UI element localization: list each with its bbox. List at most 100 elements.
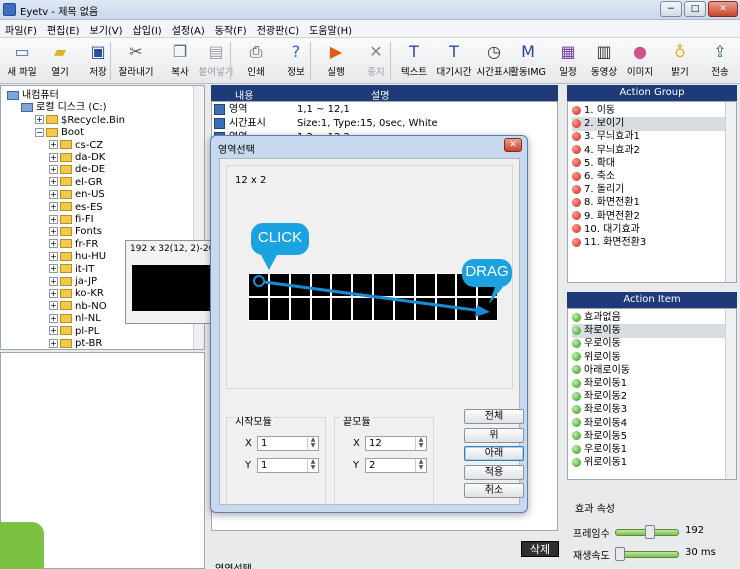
end-x-input[interactable]: 12 ▲ ▼ xyxy=(365,436,427,451)
column-description[interactable]: 설명 xyxy=(371,87,389,102)
expand-icon[interactable]: + xyxy=(49,239,58,249)
tree-item[interactable]: + pl-PL xyxy=(49,325,99,338)
action-item-entry[interactable]: 좌로이동5 xyxy=(572,430,627,444)
toolbar-button-11[interactable]: T 대기시간 xyxy=(434,40,474,82)
tree-item[interactable]: + hu-HU xyxy=(49,250,106,263)
frame-count-thumb[interactable] xyxy=(645,525,656,539)
dialog-button-3[interactable]: 적용 xyxy=(464,464,524,480)
action-item-entry[interactable]: 좌로이동3 xyxy=(572,403,627,417)
action-item-list[interactable]: 효과없음 좌로이동 우로이동 위로이동 아래로이동 좌로이동1 좌로이동2 좌로이동3 좌로이동… xyxy=(567,308,737,480)
tree-item[interactable]: + $Recycle.Bin xyxy=(35,114,125,127)
tree-item[interactable]: + fi-FI xyxy=(49,213,94,226)
list-scrollbar[interactable] xyxy=(725,102,736,282)
tree-item[interactable]: + el-GR xyxy=(49,176,103,189)
action-item-entry[interactable]: 좌로이동 xyxy=(572,324,732,339)
tree-item[interactable]: + it-IT xyxy=(49,263,94,276)
tree-item[interactable]: + cs-CZ xyxy=(49,139,103,152)
tree-item[interactable]: + nb-NO xyxy=(49,300,107,313)
toolbar-button-13[interactable]: M 활동IMG xyxy=(508,40,548,82)
expand-icon[interactable]: + xyxy=(49,164,58,174)
start-y-input[interactable]: 1 ▲ ▼ xyxy=(257,458,319,473)
tree-item[interactable]: + ko-KR xyxy=(49,287,104,300)
delete-button[interactable]: 삭제 xyxy=(521,541,559,557)
expand-icon[interactable]: + xyxy=(49,338,58,348)
list-row[interactable]: 영역 1,1 ~ 12,1 xyxy=(214,103,554,117)
menu-item[interactable]: 동작(F) xyxy=(210,20,252,39)
action-group-entry[interactable]: 11. 화면전환3 xyxy=(572,236,646,250)
toolbar-button-1[interactable]: ▰ 열기 xyxy=(40,40,80,82)
tree-item[interactable]: + Fonts xyxy=(49,225,102,238)
minimize-button[interactable]: − xyxy=(660,1,682,17)
toolbar-button-4[interactable]: ❐ 복사 xyxy=(160,40,200,82)
tree-item[interactable]: + de-DE xyxy=(49,163,105,176)
action-group-entry[interactable]: 6. 축소 xyxy=(572,170,615,184)
column-content[interactable]: 내용 xyxy=(235,87,253,102)
menu-item[interactable]: 설정(A) xyxy=(167,20,210,39)
toolbar-button-6[interactable]: ⎙ 인쇄 xyxy=(236,40,276,82)
dialog-button-2[interactable]: 아래 xyxy=(464,446,524,461)
expand-icon[interactable]: + xyxy=(49,326,58,336)
tree-item[interactable]: − Boot xyxy=(35,126,84,139)
expand-icon[interactable]: + xyxy=(49,264,58,274)
tree-item[interactable]: + pt-BR xyxy=(49,337,102,350)
tree-item[interactable]: + ja-JP xyxy=(49,275,97,288)
action-group-entry[interactable]: 8. 화면전환1 xyxy=(572,196,640,210)
expand-icon[interactable]: + xyxy=(49,276,58,286)
menu-item[interactable]: 파일(F) xyxy=(0,20,42,39)
expand-icon[interactable]: + xyxy=(49,202,58,212)
action-group-entry[interactable]: 5. 확대 xyxy=(572,157,615,171)
toolbar-button-9[interactable]: ✕ 중지 xyxy=(356,40,396,82)
dialog-button-4[interactable]: 취소 xyxy=(464,483,524,498)
toolbar-button-18[interactable]: ⇪ 전송 xyxy=(700,40,740,82)
action-group-list[interactable]: 1. 이동 2. 보이기 3. 무늬효과1 4. 무늬효과2 5. 확대 6. 축소 7. … xyxy=(567,101,737,283)
action-item-entry[interactable]: 효과없음 xyxy=(572,311,621,325)
expand-icon[interactable]: + xyxy=(35,115,44,125)
action-group-entry[interactable]: 2. 보이기 xyxy=(572,117,732,132)
dialog-button-1[interactable]: 위 xyxy=(464,427,524,443)
list-row[interactable]: 시간표시 Size:1, Type:15, 0sec, White xyxy=(214,117,554,131)
expand-icon[interactable]: + xyxy=(49,189,58,199)
action-item-entry[interactable]: 위로이동 xyxy=(572,351,621,365)
action-group-entry[interactable]: 10. 대기효과 xyxy=(572,223,640,237)
toolbar-button-14[interactable]: ▦ 일정 xyxy=(548,40,588,82)
tree-item[interactable]: + nl-NL xyxy=(49,312,101,325)
toolbar-button-0[interactable]: ▭ 새 파일 xyxy=(2,40,42,82)
action-item-entry[interactable]: 좌로이동2 xyxy=(572,390,627,404)
action-group-entry[interactable]: 1. 이동 xyxy=(572,104,615,118)
start-x-input[interactable]: 1 ▲ ▼ xyxy=(257,436,319,451)
close-button[interactable]: ✕ xyxy=(708,1,738,17)
expand-icon[interactable]: + xyxy=(49,226,58,236)
action-item-entry[interactable]: 우로이동 xyxy=(572,337,621,351)
action-item-entry[interactable]: 우로이동1 xyxy=(572,443,627,457)
action-group-entry[interactable]: 7. 돌리기 xyxy=(572,183,624,197)
expand-icon[interactable]: + xyxy=(49,251,58,261)
action-item-entry[interactable]: 아래로이동 xyxy=(572,364,630,378)
list-scrollbar[interactable] xyxy=(725,309,736,479)
toolbar-button-15[interactable]: ▥ 동영상 xyxy=(584,40,624,82)
toolbar-button-2[interactable]: ▣ 저장 xyxy=(78,40,118,82)
expand-icon[interactable]: + xyxy=(49,301,58,311)
toolbar-button-16[interactable]: ● 이미지 xyxy=(620,40,660,82)
toolbar-button-10[interactable]: T 텍스트 xyxy=(394,40,434,82)
expand-icon[interactable]: − xyxy=(35,127,44,137)
action-group-entry[interactable]: 9. 화면전환2 xyxy=(572,210,640,224)
expand-icon[interactable]: + xyxy=(49,152,58,162)
toolbar-button-8[interactable]: ▶ 실행 xyxy=(316,40,356,82)
toolbar-button-7[interactable]: ? 정보 xyxy=(276,40,316,82)
menu-item[interactable]: 편집(E) xyxy=(42,20,85,39)
toolbar-button-5[interactable]: ▤ 붙여넣기 xyxy=(196,40,236,82)
action-item-entry[interactable]: 좌로이동4 xyxy=(572,417,627,431)
tree-item[interactable]: 로컬 디스크 (C:) xyxy=(21,101,107,114)
playback-speed-thumb[interactable] xyxy=(615,547,626,561)
menu-item[interactable]: 전광판(C) xyxy=(252,20,304,39)
end-y-input[interactable]: 2 ▲ ▼ xyxy=(365,458,427,473)
toolbar-button-17[interactable]: ♁ 밝기 xyxy=(660,40,700,82)
expand-icon[interactable]: + xyxy=(49,214,58,224)
action-group-entry[interactable]: 4. 무늬효과2 xyxy=(572,144,640,158)
tree-item[interactable]: + es-ES xyxy=(49,201,103,214)
toolbar-button-3[interactable]: ✂ 잘라내기 xyxy=(116,40,156,82)
tree-item[interactable]: + da-DK xyxy=(49,151,105,164)
tree-item[interactable]: + fr-FR xyxy=(49,238,98,251)
expand-icon[interactable]: + xyxy=(49,177,58,187)
action-item-entry[interactable]: 좌로이동1 xyxy=(572,377,627,391)
